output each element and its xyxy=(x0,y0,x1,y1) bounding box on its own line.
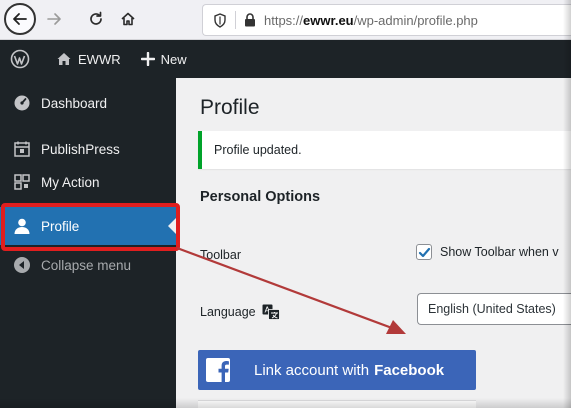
show-toolbar-checkbox[interactable] xyxy=(416,244,432,260)
lock-icon[interactable] xyxy=(244,13,256,27)
sidebar-item-label: Collapse menu xyxy=(41,257,132,273)
sidebar-item-label: Dashboard xyxy=(41,95,108,111)
arrow-left-icon xyxy=(13,13,27,25)
home-icon xyxy=(57,53,71,65)
reload-icon xyxy=(90,11,102,25)
url-domain: ewwr.eu xyxy=(303,12,354,28)
sidebar-item-profile[interactable]: Profile xyxy=(0,207,176,245)
sidebar-item-my-action[interactable]: My Action xyxy=(0,163,176,201)
user-icon xyxy=(14,218,30,234)
sidebar-item-label: My Action xyxy=(41,174,100,190)
reload-button[interactable] xyxy=(84,4,108,34)
show-toolbar-option[interactable]: Show Toolbar when v xyxy=(416,244,559,260)
next-panel xyxy=(198,400,476,408)
home-button[interactable] xyxy=(116,4,140,34)
forward-button[interactable] xyxy=(42,4,66,34)
plus-icon xyxy=(140,52,155,66)
language-select[interactable]: English (United States) xyxy=(417,293,571,325)
toolbar-label: Toolbar xyxy=(200,248,241,262)
show-toolbar-label: Show Toolbar when v xyxy=(440,245,559,259)
facebook-button-brand: Facebook xyxy=(374,361,445,379)
admin-sidebar: Dashboard PublishPress My Action Profile… xyxy=(0,78,176,408)
sidebar-item-label: Profile xyxy=(41,218,80,234)
link-facebook-button[interactable]: Link account with Facebook xyxy=(198,350,476,390)
language-label-text: Language xyxy=(200,305,256,319)
section-title: Personal Options xyxy=(200,189,321,205)
url-path: /wp-admin/profile.php xyxy=(353,12,478,28)
site-name: EWWR xyxy=(78,51,121,67)
page-title: Profile xyxy=(200,96,260,119)
sidebar-item-label: PublishPress xyxy=(41,141,120,157)
toolbar-label-text: Toolbar xyxy=(200,248,241,262)
url-separator xyxy=(235,11,236,29)
success-notice: Profile updated. xyxy=(198,131,571,169)
home-icon xyxy=(121,12,135,26)
site-name-link[interactable]: EWWR xyxy=(46,40,131,78)
wordpress-menu[interactable] xyxy=(0,40,46,78)
check-icon xyxy=(418,247,430,257)
language-selected-value: English (United States) xyxy=(428,302,556,316)
wordpress-logo-icon xyxy=(10,49,30,69)
address-bar[interactable]: https://ewwr.eu/wp-admin/profile.php xyxy=(202,4,571,36)
arrow-right-icon xyxy=(47,13,61,25)
new-label: New xyxy=(160,51,187,67)
new-content-link[interactable]: New xyxy=(131,40,197,78)
wp-admin-bar: EWWR New xyxy=(0,40,571,78)
calendar-icon xyxy=(14,141,30,157)
sidebar-item-dashboard[interactable]: Dashboard xyxy=(0,84,176,122)
browser-toolbar: https://ewwr.eu/wp-admin/profile.php xyxy=(0,0,571,40)
facebook-icon xyxy=(206,358,230,382)
sidebar-item-collapse-menu[interactable]: Collapse menu xyxy=(0,246,176,284)
main-content: Profile Profile updated. Personal Option… xyxy=(176,78,571,408)
shield-icon[interactable] xyxy=(213,12,227,28)
translate-icon: A xyxy=(262,304,280,320)
qr-icon xyxy=(14,174,30,190)
language-label: Language A xyxy=(200,304,280,320)
url-prefix: https:// xyxy=(264,12,304,28)
facebook-button-text: Link account with xyxy=(254,361,370,379)
back-button[interactable] xyxy=(4,3,36,35)
notice-text: Profile updated. xyxy=(214,143,302,157)
collapse-icon xyxy=(14,257,30,273)
gauge-icon xyxy=(14,95,30,111)
